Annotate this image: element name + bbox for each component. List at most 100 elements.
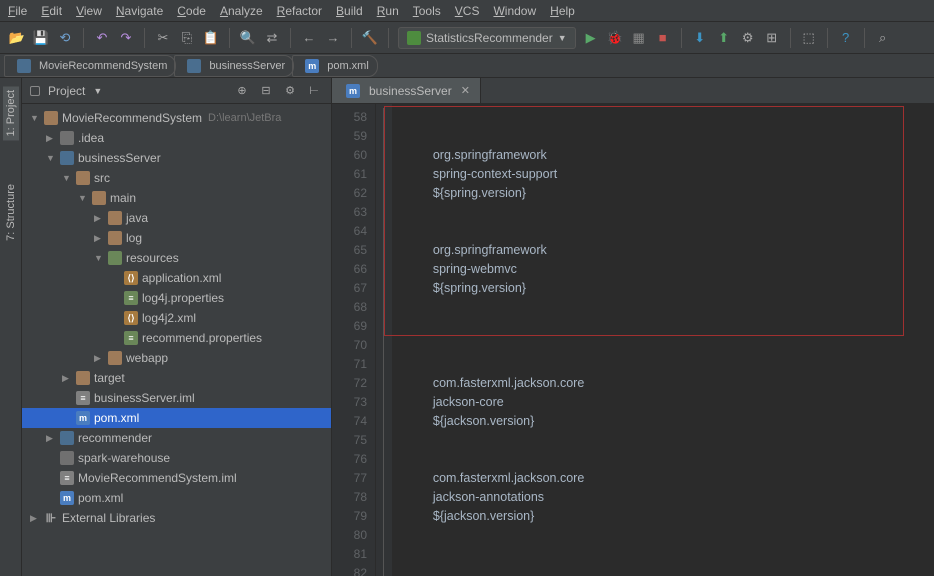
chevron-down-icon[interactable]: ▼ <box>93 86 102 96</box>
tab-project[interactable]: 1: Project <box>3 86 19 140</box>
forward-icon[interactable]: → <box>324 29 342 47</box>
tree-item-businessserver[interactable]: ▼businessServer <box>22 148 331 168</box>
build-icon[interactable]: 🔨 <box>361 29 379 47</box>
menu-tools[interactable]: Tools <box>413 4 441 18</box>
tree-item-businessserver-iml[interactable]: ≡businessServer.iml <box>22 388 331 408</box>
editor-tab-businessserver[interactable]: m businessServer ✕ <box>332 78 481 103</box>
tab-structure[interactable]: 7: Structure <box>3 180 19 245</box>
search-everywhere-icon[interactable]: ⌕ <box>874 29 892 47</box>
tree-item--idea[interactable]: ▶.idea <box>22 128 331 148</box>
fold-icon <box>76 371 90 385</box>
navigation-breadcrumb: MovieRecommendSystembusinessServermpom.x… <box>0 54 934 78</box>
fold-icon <box>108 231 122 245</box>
tree-item-recommender[interactable]: ▶recommender <box>22 428 331 448</box>
scroll-from-source-icon[interactable]: ⊕ <box>233 82 251 100</box>
undo-icon[interactable]: ↶ <box>93 29 111 47</box>
mod-icon <box>187 59 201 73</box>
prop-icon: ≡ <box>124 291 138 305</box>
find-icon[interactable]: 🔍 <box>239 29 257 47</box>
menu-view[interactable]: View <box>76 4 102 18</box>
pom-icon: m <box>60 491 74 505</box>
close-tab-icon[interactable]: ✕ <box>461 84 470 97</box>
tree-item-resources[interactable]: ▼resources <box>22 248 331 268</box>
tree-item-movierecommendsystem[interactable]: ▼MovieRecommendSystemD:\learn\JetBra <box>22 108 331 128</box>
save-icon[interactable]: 💾 <box>32 29 50 47</box>
redo-icon[interactable]: ↷ <box>117 29 135 47</box>
copy-icon[interactable]: ⎘ <box>178 29 196 47</box>
tree-item-log[interactable]: ▶log <box>22 228 331 248</box>
tree-item-main[interactable]: ▼main <box>22 188 331 208</box>
debug-icon[interactable]: 🐞 <box>606 29 624 47</box>
prop-icon: ≡ <box>124 331 138 345</box>
menu-help[interactable]: Help <box>550 4 575 18</box>
menu-edit[interactable]: Edit <box>41 4 62 18</box>
tree-item-target[interactable]: ▶target <box>22 368 331 388</box>
left-tool-tabs: 1: Project 7: Structure <box>0 78 22 576</box>
main-toolbar: 📂 💾 ⟲ ↶ ↷ ✂ ⎘ 📋 🔍 ⇄ ← → 🔨 StatisticsReco… <box>0 22 934 54</box>
panel-gear-icon[interactable]: ⚙ <box>281 82 299 100</box>
xml-icon: ⟨⟩ <box>124 271 138 285</box>
menu-analyze[interactable]: Analyze <box>220 4 263 18</box>
structure-icon[interactable]: ⊞ <box>763 29 781 47</box>
hide-panel-icon[interactable]: ⊢ <box>305 82 323 100</box>
editor-area: m businessServer ✕ 585960616263646566676… <box>332 78 934 576</box>
tree-item-webapp[interactable]: ▶webapp <box>22 348 331 368</box>
replace-icon[interactable]: ⇄ <box>263 29 281 47</box>
lib-icon: ⊪ <box>44 511 58 525</box>
menu-refactor[interactable]: Refactor <box>277 4 322 18</box>
collapse-all-icon[interactable]: ⊟ <box>257 82 275 100</box>
panel-pin-icon[interactable] <box>30 86 40 96</box>
menu-run[interactable]: Run <box>377 4 399 18</box>
editor-tabs: m businessServer ✕ <box>332 78 934 104</box>
menu-vcs[interactable]: VCS <box>455 4 480 18</box>
foldg-icon <box>60 131 74 145</box>
breadcrumb-businessserver[interactable]: businessServer <box>174 55 294 77</box>
mod-icon <box>60 151 74 165</box>
run-icon[interactable]: ▶ <box>582 29 600 47</box>
run-config-label: StatisticsRecommender <box>426 31 553 45</box>
iml-icon: ≡ <box>76 391 90 405</box>
panel-title: Project <box>48 84 85 98</box>
fold-icon <box>76 171 90 185</box>
menu-build[interactable]: Build <box>336 4 363 18</box>
paste-icon[interactable]: 📋 <box>202 29 220 47</box>
tree-item-external-libraries[interactable]: ▶⊪External Libraries <box>22 508 331 528</box>
settings-icon[interactable]: ⚙ <box>739 29 757 47</box>
menu-file[interactable]: File <box>8 4 27 18</box>
coverage-icon[interactable]: ▦ <box>630 29 648 47</box>
iml-icon: ≡ <box>60 471 74 485</box>
breadcrumb-movierecommendsystem[interactable]: MovieRecommendSystem <box>4 55 176 77</box>
line-number-gutter: 5859606162636465666768697071727374757677… <box>332 104 376 576</box>
tree-item-src[interactable]: ▼src <box>22 168 331 188</box>
menu-navigate[interactable]: Navigate <box>116 4 163 18</box>
fold-gutter <box>376 104 392 576</box>
run-config-selector[interactable]: StatisticsRecommender ▼ <box>398 27 576 49</box>
menu-window[interactable]: Window <box>493 4 536 18</box>
vcs-update-icon[interactable]: ⬇ <box>691 29 709 47</box>
tree-item-movierecommendsystem-iml[interactable]: ≡MovieRecommendSystem.iml <box>22 468 331 488</box>
menu-code[interactable]: Code <box>177 4 206 18</box>
fold-icon <box>92 191 106 205</box>
sdk-icon[interactable]: ⬚ <box>800 29 818 47</box>
tree-item-pom-xml[interactable]: mpom.xml <box>22 408 331 428</box>
tree-item-spark-warehouse[interactable]: spark-warehouse <box>22 448 331 468</box>
back-icon[interactable]: ← <box>300 29 318 47</box>
stop-icon[interactable]: ■ <box>654 29 672 47</box>
tree-item-application-xml[interactable]: ⟨⟩application.xml <box>22 268 331 288</box>
sync-icon[interactable]: ⟲ <box>56 29 74 47</box>
chevron-down-icon: ▼ <box>558 33 567 43</box>
project-tree[interactable]: ▼MovieRecommendSystemD:\learn\JetBra▶.id… <box>22 104 331 576</box>
tree-item-log4j2-xml[interactable]: ⟨⟩log4j2.xml <box>22 308 331 328</box>
fold-icon <box>108 351 122 365</box>
tree-item-recommend-properties[interactable]: ≡recommend.properties <box>22 328 331 348</box>
code-editor[interactable]: 5859606162636465666768697071727374757677… <box>332 104 934 576</box>
cut-icon[interactable]: ✂ <box>154 29 172 47</box>
tree-item-log4j-properties[interactable]: ≡log4j.properties <box>22 288 331 308</box>
vcs-commit-icon[interactable]: ⬆ <box>715 29 733 47</box>
code-content[interactable]: org.springframework spring-context-suppo… <box>392 104 934 576</box>
help-icon[interactable]: ? <box>837 29 855 47</box>
tree-item-pom-xml[interactable]: mpom.xml <box>22 488 331 508</box>
breadcrumb-pom.xml[interactable]: mpom.xml <box>292 55 378 77</box>
tree-item-java[interactable]: ▶java <box>22 208 331 228</box>
open-icon[interactable]: 📂 <box>8 29 26 47</box>
